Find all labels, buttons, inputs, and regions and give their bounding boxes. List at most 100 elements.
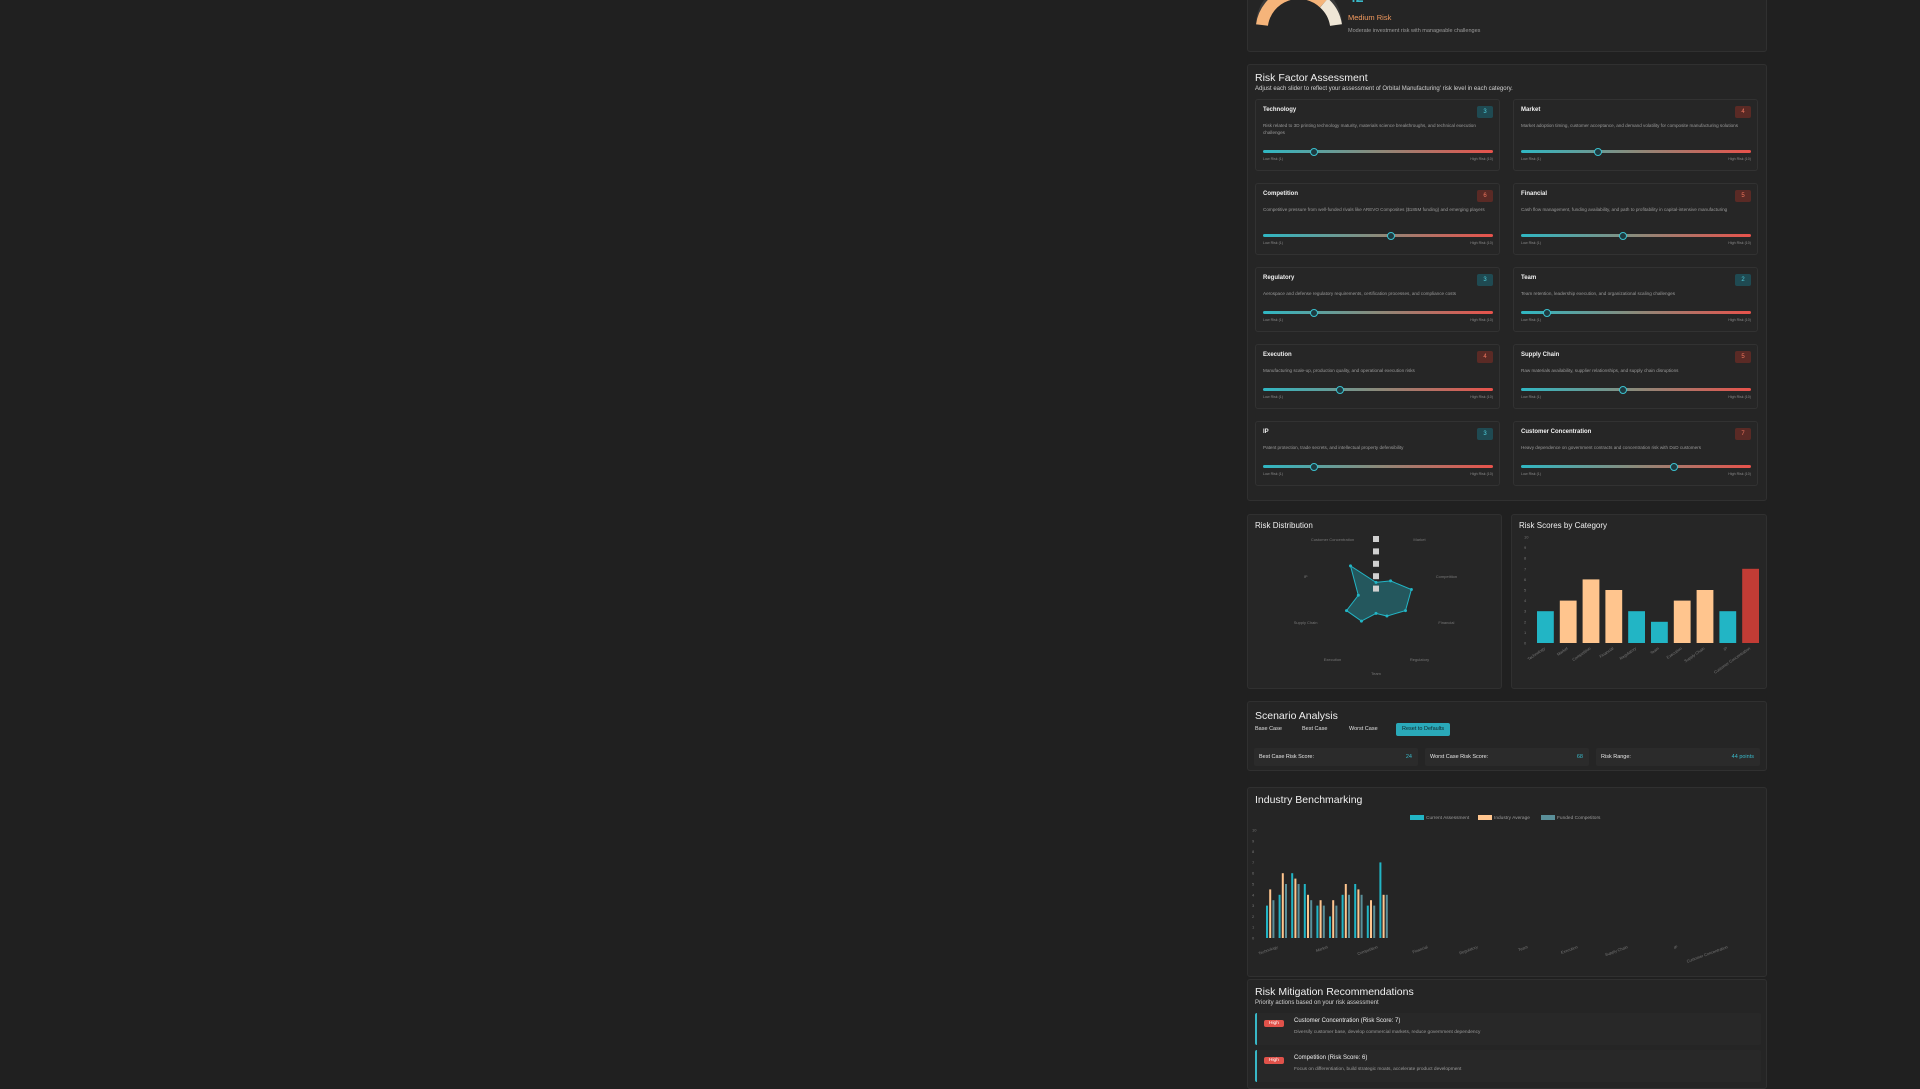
- risk-slider[interactable]: [1263, 385, 1493, 394]
- benchmark-bar: [1291, 873, 1294, 938]
- x-tick-label: Competition: [1357, 944, 1379, 956]
- risk-range-value: 44 points: [1731, 754, 1754, 760]
- best-case-button[interactable]: Best Case: [1296, 723, 1333, 736]
- radar-axis-label: Supply Chain: [1294, 620, 1318, 625]
- slider-thumb[interactable]: [1619, 231, 1628, 240]
- slider-thumb[interactable]: [1310, 147, 1319, 156]
- benchmark-bar: [1294, 878, 1297, 938]
- high-risk-label: High Risk (10): [1470, 318, 1493, 322]
- benchmark-bar: [1370, 900, 1372, 938]
- risk-slider[interactable]: [1521, 385, 1751, 394]
- y-tick-label: 4: [1252, 892, 1255, 897]
- benchmark-bar: [1373, 905, 1376, 938]
- benchmark-bar: [1303, 884, 1306, 938]
- benchmark-bar: [1297, 884, 1300, 938]
- slider-thumb[interactable]: [1542, 308, 1551, 317]
- best-case-label: Best Case Risk Score:: [1259, 754, 1315, 760]
- high-risk-label: High Risk (10): [1470, 241, 1493, 245]
- risk-factor-assessment-panel: Risk Factor Assessment Adjust each slide…: [1247, 64, 1767, 501]
- risk-slider[interactable]: [1263, 147, 1493, 156]
- risk-slider[interactable]: [1263, 231, 1493, 240]
- factor-score-badge: 3: [1477, 106, 1493, 118]
- benchmark-bar: [1329, 916, 1331, 938]
- factor-name: Competition: [1263, 191, 1298, 197]
- factor-name: Team: [1521, 275, 1537, 281]
- factor-name: Customer Concentration: [1521, 429, 1592, 435]
- base-case-button[interactable]: Base Case: [1249, 723, 1288, 736]
- factor-score-badge: 2: [1735, 274, 1751, 286]
- benchmark-chart: 0 1 2 3 4 5 6 7 8 9 10 Technology Market Competition F…: [1252, 828, 1728, 964]
- low-risk-label: Low Risk (1): [1521, 157, 1541, 161]
- x-tick-label: Supply Chain: [1683, 646, 1705, 664]
- slider-thumb[interactable]: [1386, 231, 1395, 240]
- factor-score-badge: 4: [1477, 351, 1493, 363]
- radar-axis-label: Competition: [1436, 574, 1457, 579]
- assessment-title: Risk Factor Assessment: [1255, 72, 1368, 84]
- y-tick-label: 10: [1252, 828, 1257, 833]
- slider-thumb[interactable]: [1310, 308, 1319, 317]
- bar: [1719, 611, 1737, 643]
- factor-score-badge: 7: [1735, 428, 1751, 440]
- benchmark-bar: [1272, 900, 1275, 938]
- high-risk-label: High Risk (10): [1728, 318, 1751, 322]
- x-tick-label: IP: [1722, 646, 1728, 652]
- worst-case-label: Worst Case Risk Score:: [1430, 754, 1489, 760]
- radial-tick-marker: [1373, 573, 1379, 580]
- worst-case-value: 68: [1576, 754, 1583, 760]
- risk-gauge: [1256, 0, 1342, 27]
- y-tick-label: 9: [1252, 838, 1255, 843]
- legend-swatch-industry: [1478, 815, 1492, 820]
- low-risk-label: Low Risk (1): [1521, 241, 1541, 245]
- x-tick-label: Financial: [1598, 646, 1614, 659]
- y-tick-label: 3: [1252, 903, 1255, 908]
- risk-slider[interactable]: [1521, 147, 1751, 156]
- slider-thumb[interactable]: [1619, 385, 1628, 394]
- factor-description: Team retention, leadership execution, an…: [1521, 291, 1675, 296]
- slider-thumb[interactable]: [1310, 462, 1319, 471]
- slider-thumb[interactable]: [1670, 462, 1679, 471]
- radial-tick-marker: [1373, 560, 1379, 567]
- bar: [1537, 611, 1554, 643]
- risk-slider[interactable]: [1263, 462, 1493, 471]
- best-case-score: Best Case Risk Score: 24: [1254, 748, 1418, 766]
- slider-thumb[interactable]: [1593, 147, 1602, 156]
- high-risk-label: High Risk (10): [1728, 472, 1751, 476]
- mitigation-subtitle: Priority actions based on your risk asse…: [1255, 1000, 1379, 1006]
- radar-axis-label: Financial: [1438, 620, 1454, 625]
- legend-current: Current Assessment: [1410, 815, 1469, 821]
- x-tick-label: Execution: [1560, 944, 1578, 955]
- factor-score-badge: 4: [1735, 106, 1751, 118]
- factor-description: Market adoption timing, customer accepta…: [1521, 123, 1739, 128]
- worst-case-button[interactable]: Worst Case: [1343, 723, 1384, 736]
- recommendation-title: Customer Concentration (Risk Score: 7): [1294, 1018, 1401, 1024]
- x-tick-label: Supply Chain: [1604, 944, 1628, 957]
- worst-case-score: Worst Case Risk Score: 68: [1425, 748, 1589, 766]
- factor-description: Manufacturing scale-up, production quali…: [1263, 368, 1415, 373]
- factor-description: Cash flow management, funding availabili…: [1521, 207, 1728, 212]
- risk-slider[interactable]: [1521, 308, 1751, 317]
- bar-chart-title: Risk Scores by Category: [1519, 521, 1608, 530]
- risk-slider[interactable]: [1521, 231, 1751, 240]
- radar-point: [1348, 564, 1352, 568]
- risk-slider[interactable]: [1263, 308, 1493, 317]
- y-tick-label: 1: [1524, 630, 1527, 635]
- radar-point: [1389, 579, 1393, 583]
- reset-defaults-button[interactable]: Reset to Defaults: [1396, 723, 1451, 736]
- factor-description: Competitive pressure from well-funded ri…: [1263, 207, 1485, 212]
- x-tick-label: Team: [1517, 944, 1529, 952]
- risk-factor-card: Regulatory 3 Aerospace and defense regulat…: [1255, 267, 1500, 332]
- benchmark-bar: [1366, 905, 1369, 938]
- factor-description: Risk related to 3D printing technology m…: [1263, 123, 1476, 135]
- risk-factor-card: Execution 4 Manufacturing scale-up, produc…: [1255, 344, 1500, 409]
- y-tick-label: 6: [1524, 577, 1527, 582]
- bar: [1559, 600, 1577, 643]
- risk-slider[interactable]: [1521, 462, 1751, 471]
- benchmark-bar: [1319, 900, 1322, 938]
- radial-tick-marker: [1373, 536, 1379, 542]
- benchmark-bar: [1332, 900, 1335, 938]
- slider-thumb[interactable]: [1335, 385, 1344, 394]
- x-tick-label: Execution: [1666, 646, 1683, 660]
- risk-bar-chart: 0 1 2 3 4 5 6 7 8 9 10 Technology Market Competition F…: [1524, 535, 1759, 675]
- radar-point: [1359, 619, 1363, 623]
- benchmark-bar: [1269, 889, 1272, 938]
